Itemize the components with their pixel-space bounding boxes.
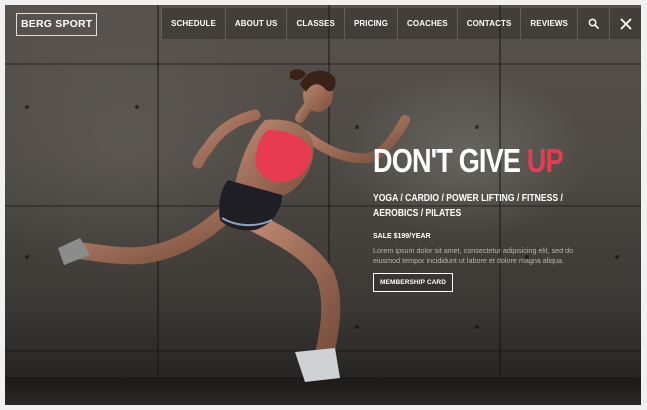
brand-logo[interactable]: BERG SPORT xyxy=(16,13,98,36)
hero-section: BERG SPORT SCHEDULE ABOUT US CLASSES PRI… xyxy=(5,5,641,405)
membership-card-button[interactable]: MEMBERSHIP CARD xyxy=(373,273,454,292)
nav-item-contacts[interactable]: CONTACTS xyxy=(456,8,521,39)
search-icon xyxy=(588,19,599,30)
nav-item-classes[interactable]: CLASSES xyxy=(286,8,344,39)
nav-item-coaches[interactable]: COACHES xyxy=(397,8,457,39)
nav-item-pricing[interactable]: PRICING xyxy=(343,8,397,39)
wall-bolt xyxy=(475,125,479,129)
hero-content: DON'T GIVE UP YOGA / CARDIO / POWER LIFT… xyxy=(373,143,593,292)
wall-bolt xyxy=(475,325,479,329)
page-frame: BERG SPORT SCHEDULE ABOUT US CLASSES PRI… xyxy=(0,0,647,410)
nav-item-reviews[interactable]: REVIEWS xyxy=(520,8,577,39)
main-navigation: SCHEDULE ABOUT US CLASSES PRICING COACHE… xyxy=(161,8,641,39)
wall-bolt xyxy=(25,255,29,259)
wall-bolt xyxy=(25,105,29,109)
hero-description: Lorem ipsum dolor sit amet, consectetur … xyxy=(373,246,574,265)
headline-accent: UP xyxy=(526,142,564,179)
wall-bolt xyxy=(615,255,619,259)
search-button[interactable] xyxy=(577,8,609,39)
hero-headline: DON'T GIVE UP xyxy=(373,142,564,179)
close-icon xyxy=(620,18,631,30)
runner-image xyxy=(58,69,410,382)
headline-main: DON'T GIVE xyxy=(373,142,527,179)
sale-price: SALE $199/YEAR xyxy=(373,233,431,240)
nav-item-about-us[interactable]: ABOUT US xyxy=(224,8,287,39)
class-tags: YOGA / CARDIO / POWER LIFTING / FITNESS … xyxy=(373,193,563,219)
nav-item-schedule[interactable]: SCHEDULE xyxy=(161,8,225,39)
close-button[interactable] xyxy=(609,8,641,39)
